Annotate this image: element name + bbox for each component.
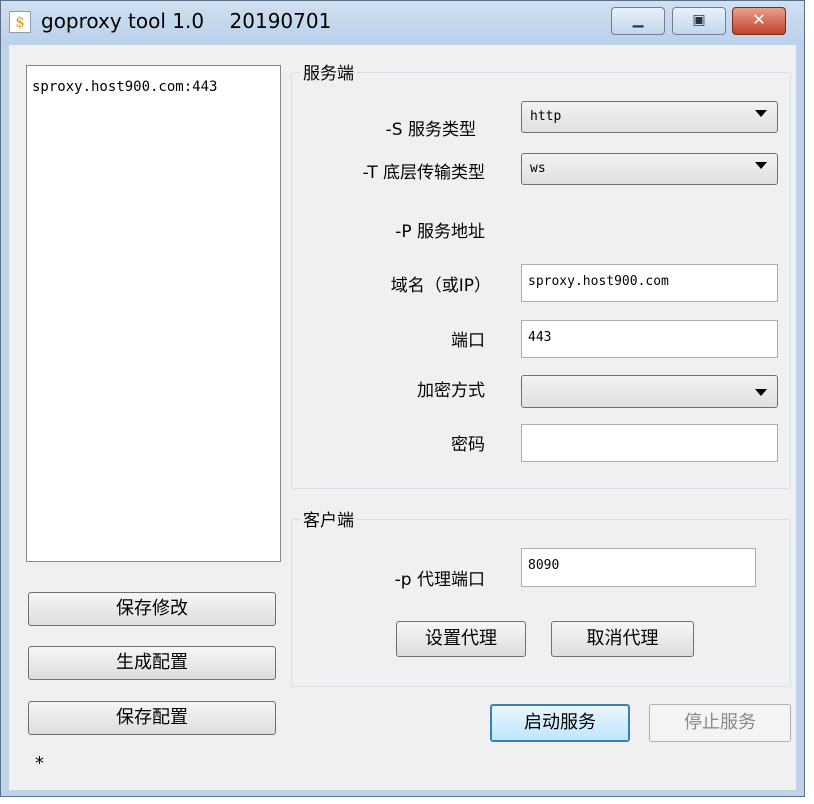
close-icon: ✕: [752, 10, 766, 29]
cancel-proxy-button[interactable]: 取消代理: [551, 621, 694, 657]
proxy-list[interactable]: sproxy.host900.com:443: [26, 65, 281, 562]
transport-type-value: ws: [530, 161, 546, 176]
chevron-down-icon: [755, 110, 767, 117]
transport-type-label: -T 底层传输类型: [362, 163, 485, 183]
minimize-button[interactable]: ▁: [611, 7, 665, 35]
generate-config-button[interactable]: 生成配置: [28, 646, 276, 680]
background-window-edge: [806, 0, 814, 804]
encryption-label: 加密方式: [417, 381, 485, 401]
chevron-down-icon: [755, 162, 767, 169]
client-group: [291, 519, 791, 687]
encryption-select[interactable]: [521, 375, 778, 408]
server-group-title: 服务端: [300, 59, 357, 84]
service-address-label: -P 服务地址: [395, 222, 485, 242]
proxy-port-label: -p 代理端口: [394, 570, 485, 590]
port-label: 端口: [451, 331, 485, 351]
status-indicator: *: [35, 753, 44, 774]
service-type-value: http: [530, 109, 562, 124]
chevron-down-icon: [755, 389, 767, 396]
title-bar[interactable]: $ goproxy tool 1.0 20190701 ▁ ▣ ✕: [1, 1, 804, 45]
domain-label: 域名（或IP）: [390, 276, 491, 296]
maximize-button[interactable]: ▣: [672, 7, 726, 35]
transport-type-select[interactable]: ws: [521, 153, 778, 185]
service-type-label: -S 服务类型: [385, 120, 476, 140]
list-item[interactable]: sproxy.host900.com:443: [27, 66, 280, 95]
client-area: sproxy.host900.com:443 保存修改 生成配置 保存配置 * …: [9, 45, 796, 790]
save-changes-button[interactable]: 保存修改: [28, 592, 276, 626]
maximize-icon: ▣: [692, 12, 706, 28]
password-input[interactable]: [521, 424, 778, 462]
save-config-button[interactable]: 保存配置: [28, 701, 276, 735]
password-label: 密码: [451, 435, 485, 455]
goproxy-icon: $: [9, 11, 31, 33]
domain-input[interactable]: sproxy.host900.com: [521, 264, 778, 302]
window-title: goproxy tool 1.0 20190701: [41, 9, 332, 33]
set-proxy-button[interactable]: 设置代理: [396, 621, 526, 657]
client-group-title: 客户端: [300, 506, 357, 531]
service-type-select[interactable]: http: [521, 101, 778, 133]
proxy-port-input[interactable]: 8090: [521, 548, 756, 587]
app-window: $ goproxy tool 1.0 20190701 ▁ ▣ ✕ sproxy…: [0, 0, 805, 797]
minimize-icon: ▁: [632, 12, 644, 28]
stop-service-button[interactable]: 停止服务: [649, 704, 791, 742]
start-service-button[interactable]: 启动服务: [490, 704, 630, 742]
port-input[interactable]: 443: [521, 320, 778, 358]
close-button[interactable]: ✕: [732, 7, 786, 35]
